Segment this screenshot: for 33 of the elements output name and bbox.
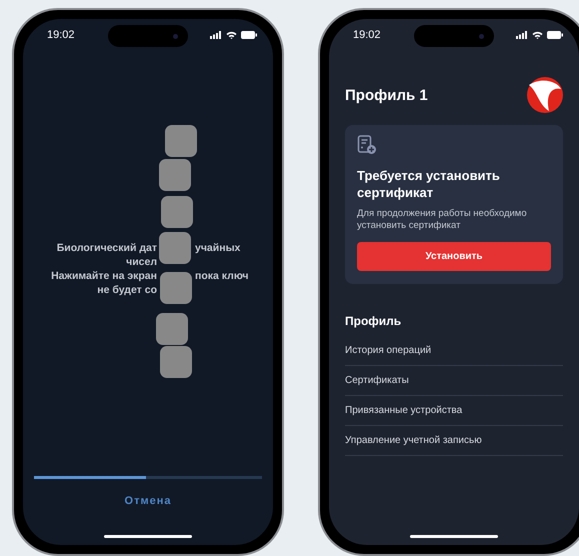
section-title: Профиль xyxy=(345,313,402,330)
logo-icon xyxy=(527,77,563,113)
notice-text: Для продолжения работы необходимо установить сертификат xyxy=(357,208,528,232)
status-time: 19:02 xyxy=(47,28,75,43)
menu-item[interactable]: Сертификаты xyxy=(345,373,409,388)
touch-square xyxy=(161,196,193,228)
document-plus-icon xyxy=(357,135,377,155)
cancel-button[interactable]: Отмена xyxy=(124,492,172,509)
hint-text: учайных xyxy=(195,241,240,255)
touch-square xyxy=(156,313,188,345)
signal-icon xyxy=(210,31,222,39)
profile-title: Профиль 1 xyxy=(345,86,428,106)
wifi-icon xyxy=(226,31,237,39)
touch-square xyxy=(159,232,191,264)
wifi-icon xyxy=(532,31,543,39)
notice-title: Требуется установить сертификат xyxy=(357,167,501,201)
hint-text: чисел xyxy=(126,255,157,269)
battery-icon xyxy=(547,31,563,39)
touch-square xyxy=(160,272,192,304)
touch-square xyxy=(160,346,192,378)
touch-square xyxy=(159,159,191,191)
hint-text: Биологический дат xyxy=(56,241,157,255)
menu-item[interactable]: Управление учетной записью xyxy=(345,433,482,448)
battery-icon xyxy=(241,31,257,39)
install-button[interactable]: Установить xyxy=(357,242,551,271)
hint-text: не будет со xyxy=(97,283,157,297)
hint-text: пока ключ xyxy=(195,269,248,283)
status-time: 19:02 xyxy=(353,28,381,43)
touch-square xyxy=(165,125,197,157)
menu-item[interactable]: Привязанные устройства xyxy=(345,403,462,418)
signal-icon xyxy=(516,31,528,39)
hint-text: Нажимайте на экран xyxy=(51,269,157,283)
menu-item[interactable]: История операций xyxy=(345,343,432,358)
